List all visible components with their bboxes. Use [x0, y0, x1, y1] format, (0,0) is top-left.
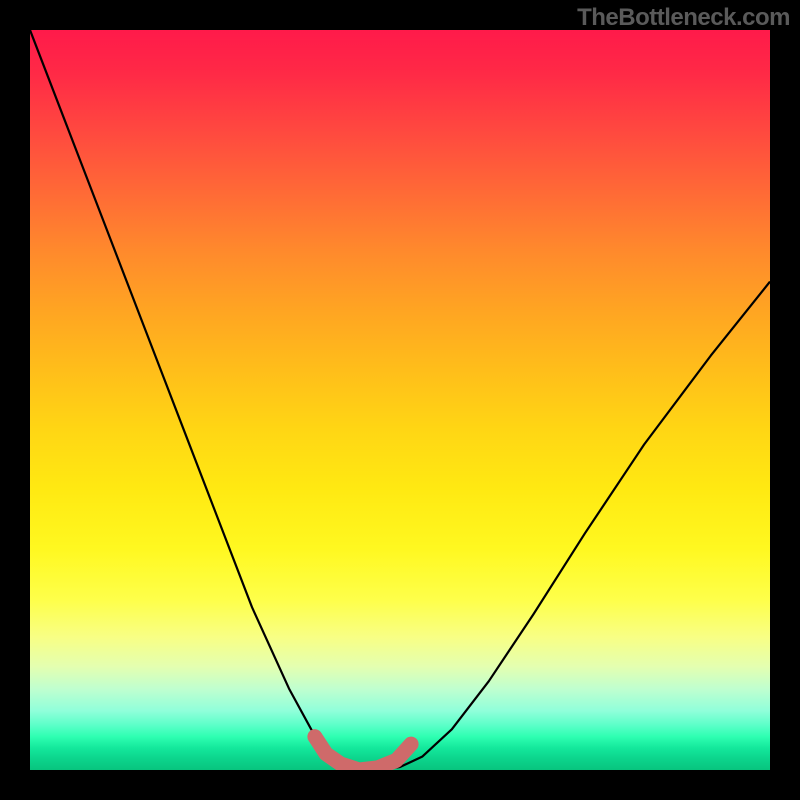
curve-overlay	[30, 30, 770, 770]
watermark-text: TheBottleneck.com	[577, 4, 790, 32]
bottleneck-curve	[30, 30, 770, 770]
plot-area	[30, 30, 770, 770]
trough-marker	[315, 737, 411, 770]
chart-frame: TheBottleneck.com	[0, 0, 800, 800]
